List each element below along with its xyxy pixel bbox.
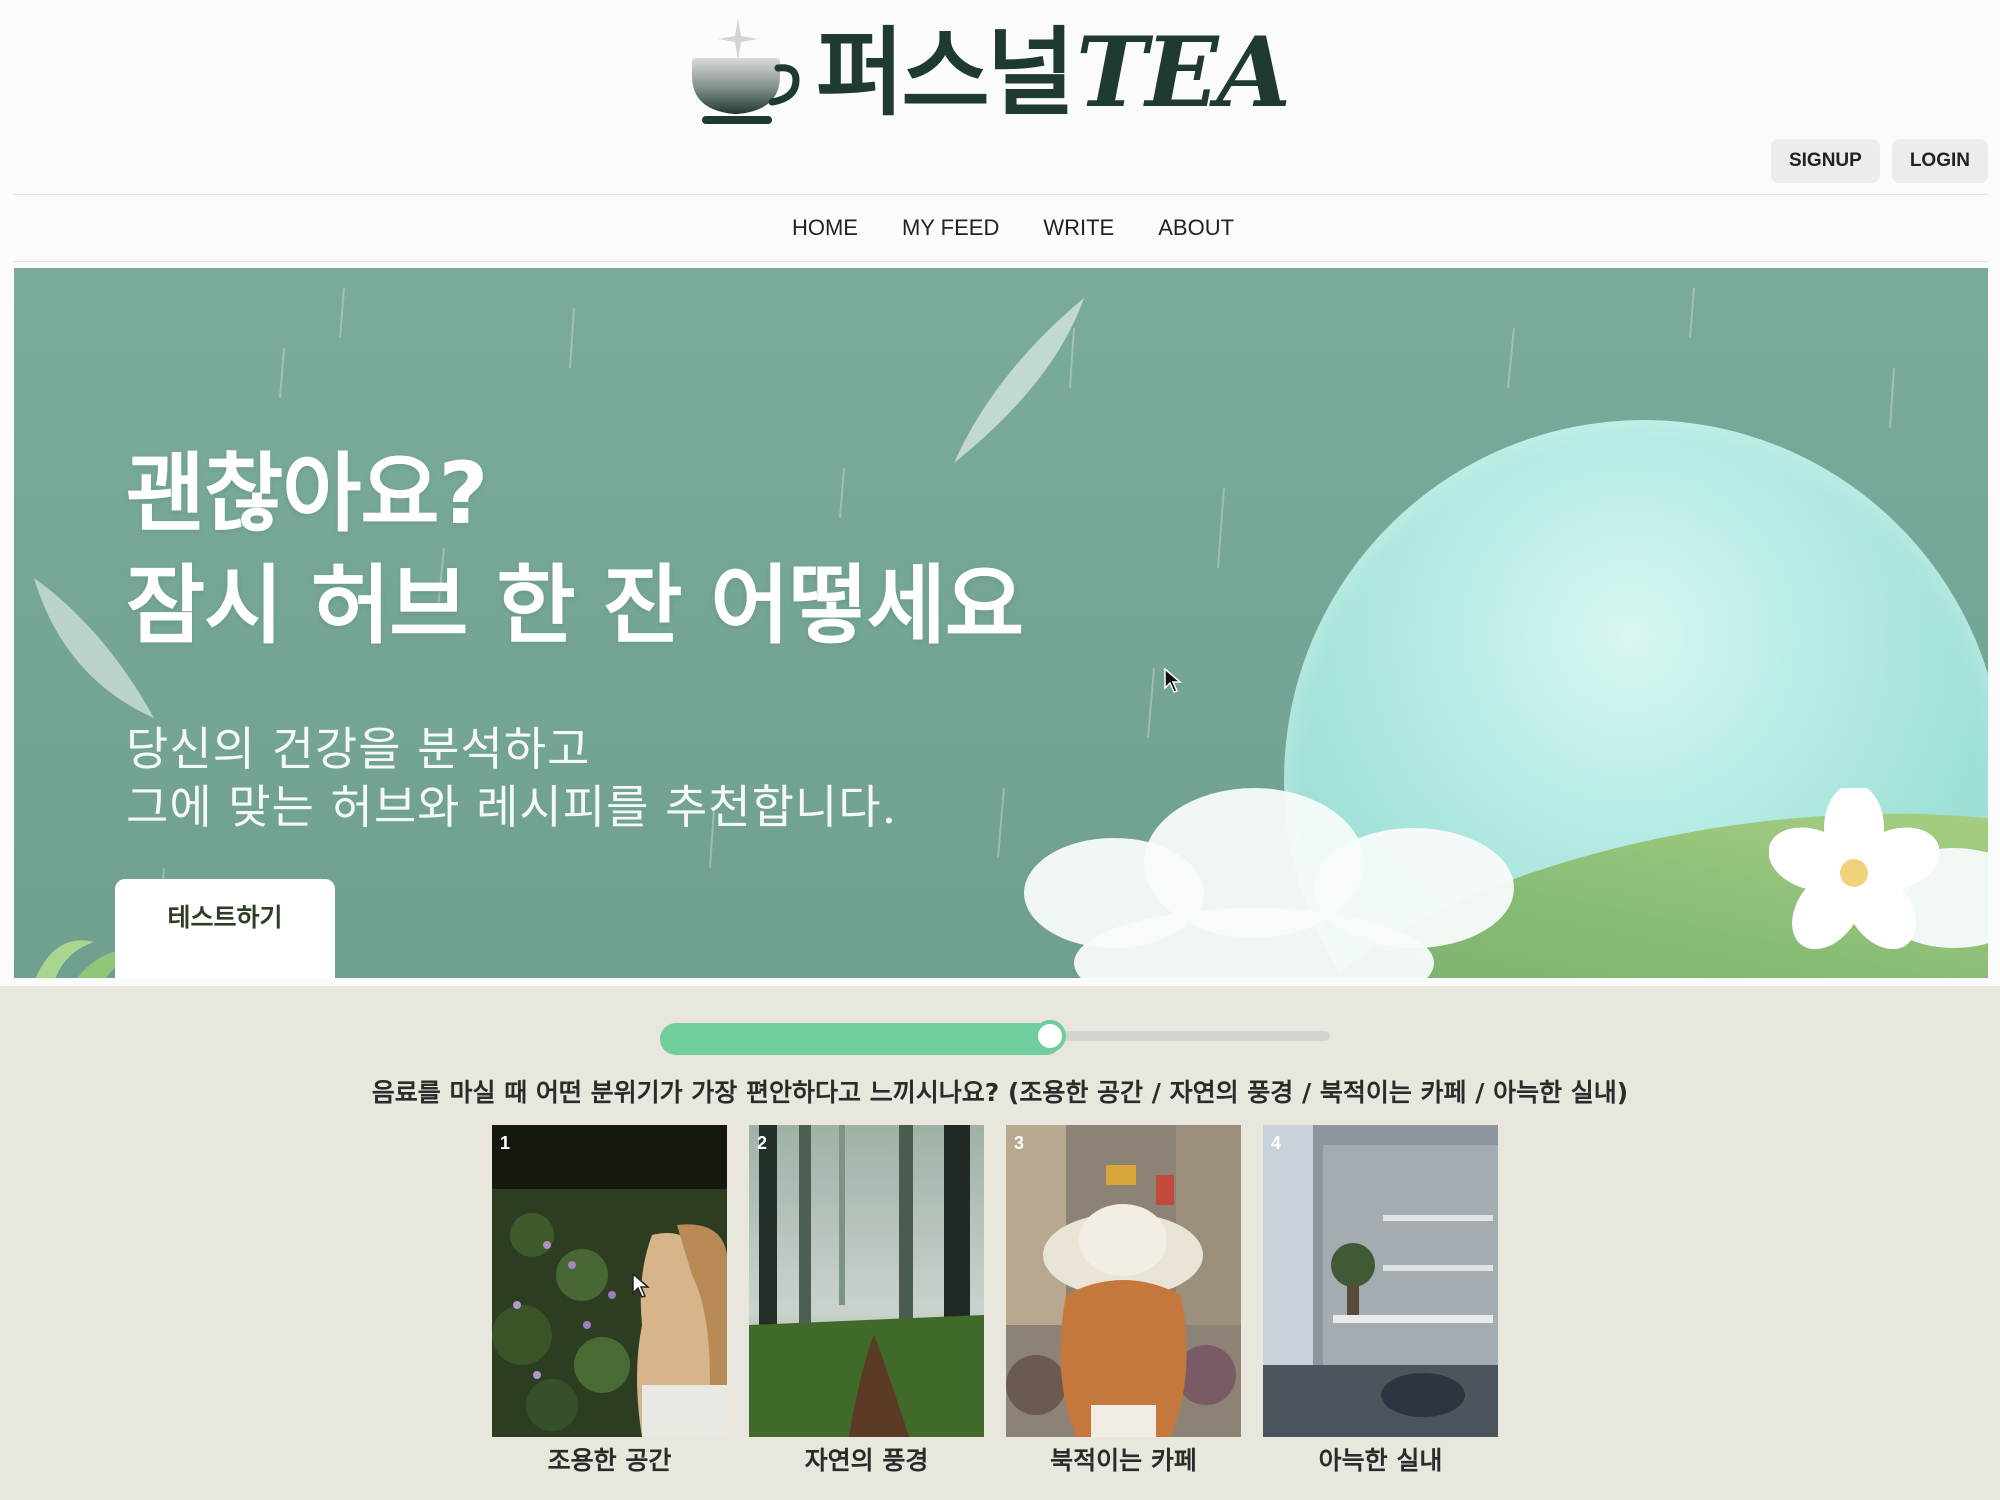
mouse-cursor-icon	[632, 1273, 650, 1298]
hero-banner: 괜찮아요? 잠시 허브 한 잔 어떻세요 당신의 건강을 분석하고 그에 맞는 …	[14, 268, 1988, 978]
quiz-option-nature-view[interactable]: 2 자연의 풍경	[749, 1125, 984, 1477]
quiz-option-cozy-interior[interactable]: 4 아늑한 실내	[1263, 1125, 1498, 1477]
option-label: 자연의 풍경	[804, 1446, 929, 1475]
quiz-option-quiet-space[interactable]: 1 조용한 공간	[492, 1125, 727, 1477]
brand-name: 퍼스널TEA	[816, 25, 1291, 122]
hero-title-line2: 잠시 허브 한 잔 어떻세요	[126, 556, 1024, 656]
nav-divider-bottom	[13, 261, 1988, 262]
nav-about[interactable]: ABOUT	[1158, 215, 1234, 241]
site-header: 퍼스널TEA SIGNUP LOGIN	[0, 0, 2000, 194]
nav-write[interactable]: WRITE	[1043, 215, 1114, 241]
quiz-section: 음료를 마실 때 어떤 분위기가 가장 편안하다고 느끼시나요? (조용한 공간…	[0, 986, 2000, 1500]
quiz-question: 음료를 마실 때 어떤 분위기가 가장 편안하다고 느끼시나요? (조용한 공간…	[371, 1078, 1629, 1107]
brand-name-ko: 퍼스널	[816, 17, 1075, 129]
option-label: 아늑한 실내	[1318, 1446, 1443, 1475]
flower-icon	[1769, 788, 1939, 950]
start-test-button[interactable]: 테스트하기	[115, 879, 335, 978]
nav-my-feed[interactable]: MY FEED	[902, 215, 999, 241]
option-number: 1	[500, 1133, 511, 1153]
hero-title: 괜찮아요? 잠시 허브 한 잔 어떻세요	[126, 438, 1024, 662]
option-number: 4	[1271, 1133, 1282, 1153]
site-logo[interactable]: 퍼스널TEA	[688, 14, 1291, 132]
login-button[interactable]: LOGIN	[1891, 139, 1988, 183]
option-label: 북적이는 카페	[1050, 1446, 1197, 1475]
mouse-cursor-icon	[1164, 668, 1182, 693]
option-image-hat-woman-street: 3	[1006, 1125, 1241, 1437]
quiz-progress-fill	[660, 1023, 1062, 1055]
option-image-forest-path: 2	[749, 1125, 984, 1437]
signup-button[interactable]: SIGNUP	[1770, 139, 1880, 183]
option-number: 2	[757, 1133, 768, 1153]
main-nav: HOME MY FEED WRITE ABOUT	[0, 195, 2000, 261]
nav-home[interactable]: HOME	[792, 215, 858, 241]
hero-title-line1: 괜찮아요?	[126, 444, 488, 544]
quiz-option-busy-cafe[interactable]: 3 북적이는 카페	[1006, 1125, 1241, 1477]
quiz-progress-knob[interactable]	[1034, 1020, 1066, 1052]
option-number: 3	[1014, 1133, 1025, 1153]
option-image-cozy-room: 4	[1263, 1125, 1498, 1437]
hero-subtitle: 당신의 건강을 분석하고 그에 맞는 허브와 레시피를 추천합니다.	[126, 720, 897, 836]
teacup-icon	[688, 14, 804, 132]
quiz-progress-track	[660, 1020, 1330, 1055]
option-image-woman-flowers: 1	[492, 1125, 727, 1437]
quiz-options: 1 조용한 공간 2 자연의 풍경 3 북적이는 카페 4 아늑한 실내	[492, 1125, 1498, 1477]
brand-name-en: TEA	[1075, 16, 1291, 129]
option-label: 조용한 공간	[547, 1446, 672, 1475]
hero-subtitle-line2: 그에 맞는 허브와 레시피를 추천합니다.	[126, 780, 898, 834]
auth-buttons: SIGNUP LOGIN	[1770, 139, 1988, 183]
hero-subtitle-line1: 당신의 건강을 분석하고	[126, 722, 591, 776]
